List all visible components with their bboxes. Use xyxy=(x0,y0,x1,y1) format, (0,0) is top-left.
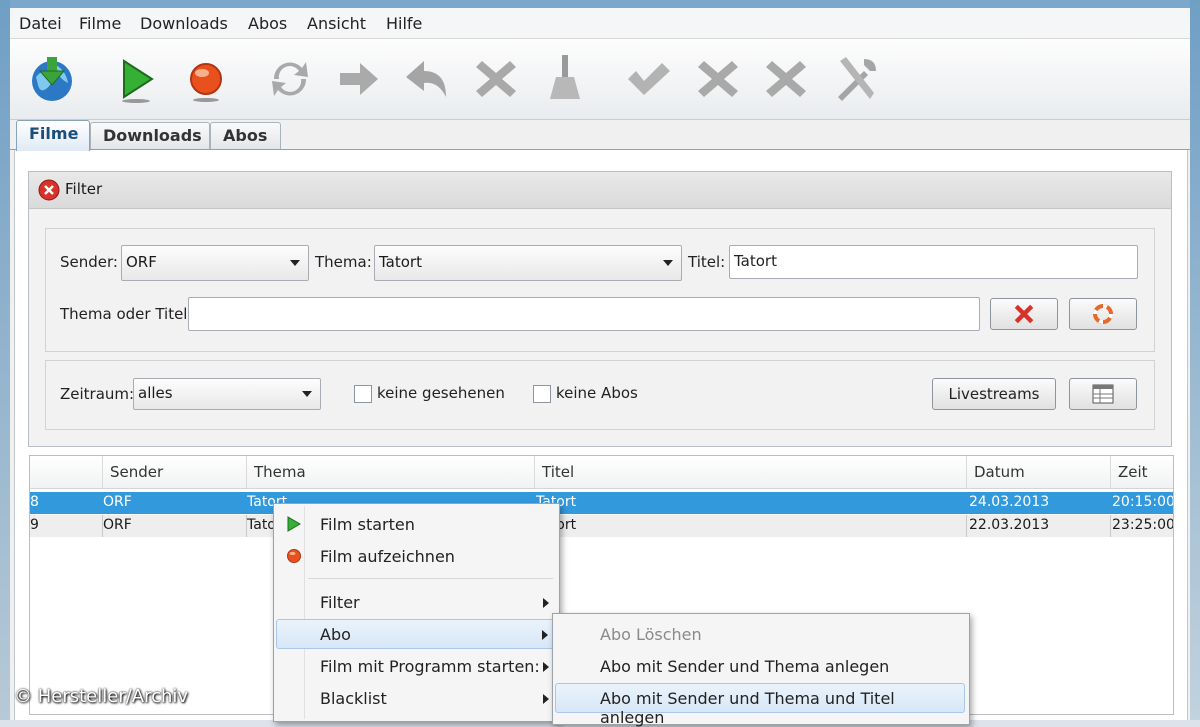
table-header: Sender Thema Titel Datum Zeit xyxy=(30,456,1173,489)
thema-select[interactable]: Tatort xyxy=(374,245,682,281)
column-header-titel[interactable]: Titel xyxy=(534,456,966,488)
window-frame-left xyxy=(0,0,10,720)
menu-item-film-mit-programm[interactable]: Film mit Programm starten: xyxy=(276,651,555,681)
menu-item-film-starten[interactable]: Film starten xyxy=(276,509,555,539)
filter-group-main: Sender: ORF Thema: Tatort Titel: Tatort … xyxy=(45,228,1155,352)
column-header-datum[interactable]: Datum xyxy=(966,456,1110,488)
check-icon xyxy=(622,53,674,105)
back-arrow-icon xyxy=(402,53,454,105)
titel-input[interactable]: Tatort xyxy=(729,245,1138,279)
context-menu: Film starten Film aufzeichnen Filter Abo… xyxy=(273,503,560,722)
zeitraum-select[interactable]: alles xyxy=(133,378,321,410)
tab-abos[interactable]: Abos xyxy=(210,122,281,149)
submenu-arrow-icon xyxy=(543,598,549,608)
table-row[interactable]: 9 ORF Tatort Tatort 22.03.2013 23:25:00 xyxy=(30,515,1173,537)
tab-filme[interactable]: Filme xyxy=(16,120,90,151)
menu-item-abo[interactable]: Abo xyxy=(276,619,555,649)
column-header-nr[interactable] xyxy=(30,456,102,488)
menu-downloads[interactable]: Downloads xyxy=(140,14,228,33)
menu-item-abo-loeschen: Abo Löschen xyxy=(600,625,702,644)
chevron-down-icon xyxy=(290,260,300,266)
column-header-thema[interactable]: Thema xyxy=(246,456,534,488)
menu-datei[interactable]: Datei xyxy=(19,14,62,33)
keine-abos-label: keine Abos xyxy=(556,384,638,402)
globe-download-icon[interactable] xyxy=(26,53,78,105)
sender-label: Sender: xyxy=(60,253,118,271)
abo-submenu: Abo Löschen Abo mit Sender und Thema anl… xyxy=(552,613,970,727)
table-view-button[interactable] xyxy=(1069,378,1137,410)
filter-panel: Filter Sender: ORF Thema: Tatort Titel: … xyxy=(28,171,1172,447)
menu-abos[interactable]: Abos xyxy=(248,14,287,33)
filter-header[interactable]: Filter xyxy=(29,172,1171,209)
keine-abos-checkbox[interactable] xyxy=(533,385,551,403)
menu-item-abo-sender-thema[interactable]: Abo mit Sender und Thema anlegen xyxy=(555,651,965,681)
record-icon xyxy=(287,549,301,563)
thema-oder-titel-input[interactable] xyxy=(188,297,980,331)
titel-label: Titel: xyxy=(688,253,726,271)
keine-gesehenen-checkbox[interactable] xyxy=(354,385,372,403)
menu-item-blacklist[interactable]: Blacklist xyxy=(276,683,555,713)
chevron-down-icon xyxy=(663,260,673,266)
column-header-zeit[interactable]: Zeit xyxy=(1110,456,1173,488)
menu-item-filter[interactable]: Filter xyxy=(276,587,555,617)
chevron-down-icon xyxy=(302,391,312,397)
filter-title: Filter xyxy=(65,180,103,198)
thema-label: Thema: xyxy=(315,253,372,271)
column-header-sender[interactable]: Sender xyxy=(102,456,246,488)
play-icon[interactable] xyxy=(110,53,162,105)
keine-gesehenen-label: keine gesehenen xyxy=(377,384,505,402)
lifebuoy-icon xyxy=(1093,304,1113,324)
forward-arrow-icon xyxy=(332,53,384,105)
copyright-watermark: © Hersteller/Archiv xyxy=(14,686,189,707)
submenu-arrow-icon xyxy=(543,694,549,704)
clear-filter-button[interactable] xyxy=(990,298,1058,330)
submenu-arrow-icon xyxy=(543,662,549,672)
window-frame-right xyxy=(1190,0,1200,720)
play-icon xyxy=(287,516,301,532)
toolbar xyxy=(10,39,1190,120)
broom-icon xyxy=(540,53,592,105)
cross-icon-2 xyxy=(760,53,812,105)
menu-item-abo-sender-thema-titel[interactable]: Abo mit Sender und Thema und Titel anleg… xyxy=(555,683,965,727)
livestreams-button[interactable]: Livestreams xyxy=(932,378,1056,410)
tools-icon xyxy=(830,53,882,105)
tab-bar: Filme Downloads Abos xyxy=(10,120,1190,151)
menu-item-film-aufzeichnen[interactable]: Film aufzeichnen xyxy=(276,541,555,571)
tab-downloads[interactable]: Downloads xyxy=(90,122,210,149)
filter-group-options: Zeitraum: alles keine gesehenen keine Ab… xyxy=(45,360,1155,430)
cross-icon xyxy=(692,53,744,105)
record-icon[interactable] xyxy=(180,53,232,105)
red-cross-icon xyxy=(1014,304,1034,324)
help-button[interactable] xyxy=(1069,298,1137,330)
menu-ansicht[interactable]: Ansicht xyxy=(307,14,366,33)
menu-hilfe[interactable]: Hilfe xyxy=(386,14,422,33)
delete-icon xyxy=(470,53,522,105)
menubar: Datei Filme Downloads Abos Ansicht Hilfe xyxy=(10,8,1190,39)
table-icon xyxy=(1092,384,1114,404)
close-filter-icon[interactable] xyxy=(38,179,60,201)
submenu-arrow-icon xyxy=(542,630,548,640)
window-frame-top xyxy=(0,0,1200,8)
table-row[interactable]: 8 ORF Tatort Tatort 24.03.2013 20:15:00 xyxy=(30,492,1173,514)
sender-select[interactable]: ORF xyxy=(121,245,309,281)
zeitraum-label: Zeitraum: xyxy=(60,385,135,403)
refresh-icon xyxy=(264,53,316,105)
menu-filme[interactable]: Filme xyxy=(79,14,121,33)
thema-oder-titel-label: Thema oder Titel: xyxy=(60,305,193,323)
